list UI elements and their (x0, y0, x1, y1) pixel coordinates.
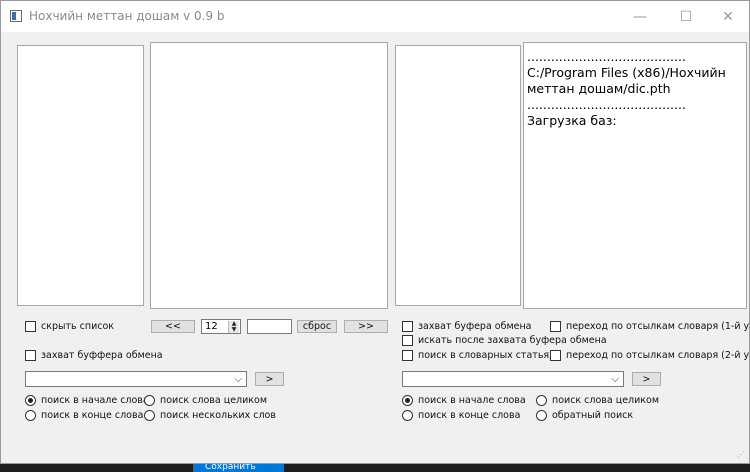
right-combo-box[interactable]: ⌵ (402, 371, 624, 387)
radio-search-whole[interactable]: поиск слова целиком (144, 395, 267, 406)
right-radio-reverse-search[interactable]: обратный поиск (536, 410, 633, 421)
search-input[interactable] (247, 319, 292, 334)
checkbox-box[interactable] (550, 321, 561, 332)
radio-search-end[interactable]: поиск в конце слова (25, 410, 143, 421)
window-title: Нохчийн меттан дошам v 0.9 b (29, 9, 225, 23)
clipboard-capture-checkbox[interactable]: захват буффера обмена (25, 350, 163, 361)
radio-label: поиск в конце слова (418, 410, 521, 421)
page-spinbox[interactable]: 12 ▲ ▼ (201, 319, 241, 334)
radio-dot[interactable] (402, 395, 413, 406)
checkbox-box[interactable] (402, 335, 413, 346)
word-list-panel[interactable] (17, 45, 144, 306)
right-radio-search-whole[interactable]: поиск слова целиком (536, 395, 659, 406)
radio-dot[interactable] (25, 410, 36, 421)
log-panel[interactable]: ........................................… (523, 42, 747, 309)
radio-dot[interactable] (536, 410, 547, 421)
radio-dot[interactable] (536, 395, 547, 406)
left-combo-box[interactable]: ⌵ (25, 371, 247, 387)
radio-dot[interactable] (25, 395, 36, 406)
checkbox-box[interactable] (402, 321, 413, 332)
page-value: 12 (205, 321, 218, 332)
radio-search-start[interactable]: поиск в начале слова (25, 395, 149, 406)
checkbox-box[interactable] (402, 350, 413, 361)
log-line: ........................................ (527, 97, 686, 112)
background-save-button[interactable]: Сохранить (193, 464, 284, 472)
close-button[interactable]: ✕ (705, 1, 750, 32)
radio-label: поиск в конце слова (41, 410, 144, 421)
reset-button[interactable]: сброс (297, 320, 337, 333)
checkbox-label: захват буфера обмена (418, 321, 532, 332)
log-line: ........................................ (527, 49, 686, 64)
main-window: Нохчийн меттан дошам v 0.9 b — ☐ ✕ .....… (0, 0, 750, 464)
links-level1-checkbox[interactable]: переход по отсылкам словаря (1-й ур.) (550, 321, 750, 332)
links-level2-checkbox[interactable]: переход по отсылкам словаря (2-й ур.) (550, 350, 750, 361)
radio-label: поиск в начале слова (41, 395, 149, 406)
checkbox-label: скрыть список (41, 321, 115, 332)
minimize-button[interactable]: — (617, 1, 663, 32)
search-in-articles-checkbox[interactable]: поиск в словарных статьях (402, 350, 555, 361)
title-bar: Нохчийн меттан дошам v 0.9 b — ☐ ✕ (1, 1, 749, 32)
radio-dot[interactable] (144, 395, 155, 406)
right-word-list-panel[interactable] (395, 45, 521, 306)
radio-label: поиск нескольких слов (160, 410, 276, 421)
spin-arrows-icon[interactable]: ▲ ▼ (228, 321, 239, 333)
checkbox-label: поиск в словарных статьях (418, 350, 555, 361)
chevron-down-icon[interactable]: ⌵ (611, 374, 619, 385)
right-clipboard-capture-checkbox[interactable]: захват буфера обмена (402, 321, 532, 332)
left-go-button[interactable]: > (255, 372, 284, 386)
article-panel[interactable] (150, 42, 388, 309)
checkbox-label: захват буффера обмена (41, 350, 163, 361)
right-radio-search-start[interactable]: поиск в начале слова (402, 395, 526, 406)
app-icon (10, 10, 22, 22)
right-radio-search-end[interactable]: поиск в конце слова (402, 410, 520, 421)
radio-dot[interactable] (144, 410, 155, 421)
checkbox-box[interactable] (25, 350, 36, 361)
radio-label: поиск слова целиком (552, 395, 660, 406)
chevron-down-icon[interactable]: ⌵ (234, 374, 242, 385)
next-button[interactable]: >> (344, 320, 388, 333)
radio-label: поиск в начале слова (418, 395, 526, 406)
resize-grip-icon[interactable]: ⋰ (737, 450, 745, 459)
maximize-button[interactable]: ☐ (663, 1, 709, 32)
hide-list-checkbox[interactable]: скрыть список (25, 321, 114, 332)
radio-label: поиск слова целиком (160, 395, 268, 406)
radio-label: обратный поиск (552, 410, 634, 421)
radio-dot[interactable] (402, 410, 413, 421)
checkbox-label: переход по отсылкам словаря (2-й ур.) (566, 350, 750, 361)
search-after-capture-checkbox[interactable]: искать после захвата буфера обмена (402, 335, 607, 346)
radio-search-multi[interactable]: поиск нескольких слов (144, 410, 276, 421)
checkbox-label: переход по отсылкам словаря (1-й ур.) (566, 321, 750, 332)
right-go-button[interactable]: > (632, 372, 661, 386)
log-line: Загрузка баз: (527, 113, 617, 128)
log-line: C:/Program Files (x86)/Нохчийн меттан до… (527, 65, 730, 96)
prev-button[interactable]: << (151, 320, 195, 333)
checkbox-box[interactable] (550, 350, 561, 361)
checkbox-label: искать после захвата буфера обмена (418, 335, 607, 346)
checkbox-box[interactable] (25, 321, 36, 332)
